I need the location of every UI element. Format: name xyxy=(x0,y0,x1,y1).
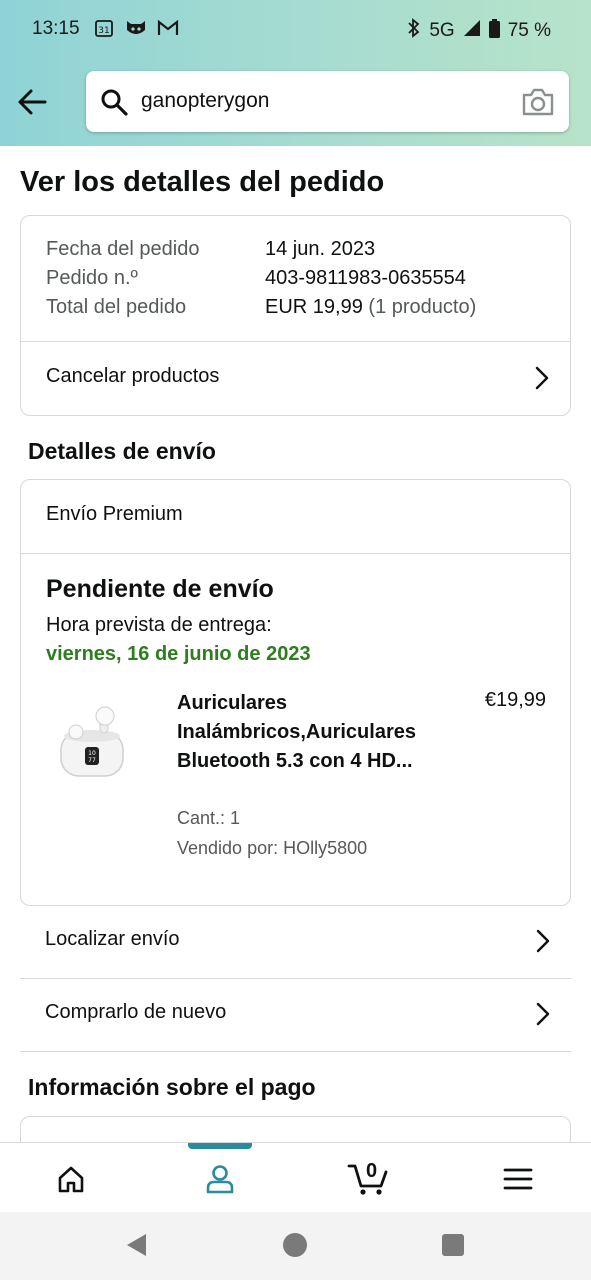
menu-icon[interactable] xyxy=(498,1159,538,1199)
divider xyxy=(20,1051,571,1052)
track-shipment-label: Localizar envío xyxy=(45,928,180,950)
status-time: 13:15 xyxy=(32,18,80,39)
battery-icon xyxy=(488,18,500,44)
order-date-label: Fecha del pedido xyxy=(46,238,200,260)
shipping-section-title: Detalles de envío xyxy=(28,438,216,464)
cancel-products-label: Cancelar productos xyxy=(46,365,220,387)
order-total-label: Total del pedido xyxy=(46,296,187,318)
svg-text:77: 77 xyxy=(88,757,96,764)
status-bar: 13:15 31 5G 75 % xyxy=(0,0,591,58)
order-total-count: (1 producto) xyxy=(368,296,477,318)
product-quantity: Cant.: 1 xyxy=(177,808,241,828)
search-icon[interactable] xyxy=(100,88,128,116)
bottom-navigation xyxy=(0,1142,591,1212)
search-bar[interactable]: ganopterygon xyxy=(86,71,569,132)
svg-text:10: 10 xyxy=(88,750,96,757)
product-seller: Vendido por: HOlly5800 xyxy=(177,838,368,858)
home-icon[interactable] xyxy=(51,1159,91,1199)
cart-count-badge: 0 xyxy=(366,1160,378,1182)
product-price: €19,99 xyxy=(484,689,546,711)
payment-section-title: Información sobre el pago xyxy=(28,1074,316,1100)
svg-text:31: 31 xyxy=(98,26,109,36)
system-recents-icon[interactable] xyxy=(442,1234,464,1261)
account-icon[interactable] xyxy=(200,1159,240,1199)
order-total-amount: EUR 19,99 xyxy=(265,296,363,318)
shipping-card: Envío Premium Pendiente de envío Hora pr… xyxy=(20,479,571,906)
calendar-icon: 31 xyxy=(93,18,115,38)
buy-again-label: Comprarlo de nuevo xyxy=(45,1001,227,1023)
bluetooth-icon xyxy=(407,18,421,44)
shipping-method: Envío Premium xyxy=(46,503,183,525)
system-back-icon[interactable] xyxy=(124,1232,150,1263)
app-notification-icon xyxy=(125,18,147,38)
buy-again-row[interactable]: Comprarlo de nuevo xyxy=(20,979,571,1052)
system-navigation-bar xyxy=(0,1212,591,1280)
track-shipment-row[interactable]: Localizar envío xyxy=(20,906,571,979)
back-arrow-icon[interactable] xyxy=(16,86,48,118)
order-date-value: 14 jun. 2023 xyxy=(265,238,376,260)
page-title: Ver los detalles del pedido xyxy=(20,166,385,198)
eta-label: Hora prevista de entrega: xyxy=(46,614,272,636)
mail-icon xyxy=(157,18,179,38)
cancel-products-row[interactable]: Cancelar productos xyxy=(21,342,570,416)
order-number-label: Pedido n.º xyxy=(46,267,138,289)
eta-date: viernes, 16 de junio de 2023 xyxy=(46,643,311,665)
camera-icon[interactable] xyxy=(521,86,555,118)
order-number-value: 403-9811983-0635554 xyxy=(265,267,466,289)
product-title[interactable]: Auriculares Inalámbricos,Auriculares Blu… xyxy=(177,689,447,776)
chevron-right-icon xyxy=(535,1001,551,1027)
network-label: 5G xyxy=(429,20,455,41)
divider xyxy=(21,553,570,554)
chevron-right-icon xyxy=(534,365,550,391)
chevron-right-icon xyxy=(535,928,551,954)
battery-percent: 75 % xyxy=(507,20,551,41)
product-image[interactable]: 10 77 xyxy=(56,702,136,782)
signal-icon xyxy=(463,19,481,43)
shipment-status: Pendiente de envío xyxy=(46,575,274,603)
system-home-icon[interactable] xyxy=(282,1232,308,1263)
order-total-value: EUR 19,99 (1 producto) xyxy=(265,296,476,319)
order-summary-card: Fecha del pedido 14 jun. 2023 Pedido n.º… xyxy=(20,215,571,416)
active-tab-indicator xyxy=(188,1143,252,1149)
search-input[interactable]: ganopterygon xyxy=(141,89,269,113)
